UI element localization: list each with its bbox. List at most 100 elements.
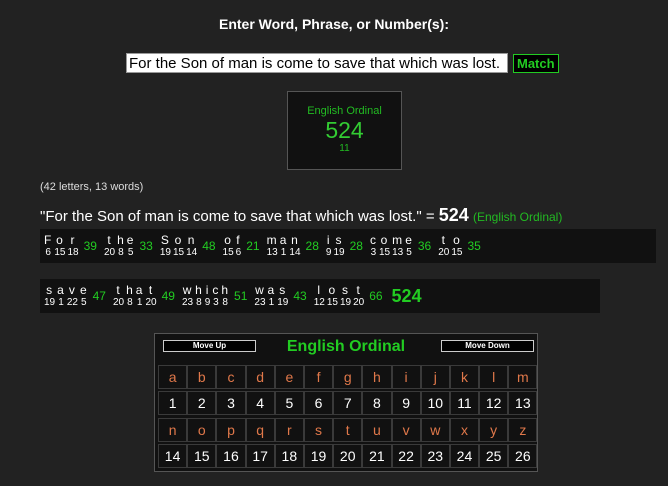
phrase-input[interactable] — [126, 53, 508, 73]
letter-char: v — [68, 282, 76, 297]
letter-cell: h8 — [117, 233, 125, 259]
letter-value: 23 — [181, 296, 194, 308]
table-letter-cell: o — [187, 418, 217, 442]
result-phrase: "For the Son of man is come to save that… — [40, 208, 435, 225]
letter-cell: F6 — [44, 232, 53, 259]
word-group: c 3 o 15 m 13 e 5 36 — [366, 229, 434, 263]
table-letter-cell: k — [449, 365, 480, 389]
table-letter-cell: c — [216, 365, 246, 389]
letter-value: 15 — [326, 296, 338, 308]
letter-char: e — [79, 282, 88, 297]
letter-char: s — [342, 282, 349, 297]
cipher-table: Move Up English Ordinal Move Down abcdef… — [154, 333, 538, 472]
letter-cell: w 23 — [181, 283, 194, 309]
table-number-cell: 26 — [508, 444, 538, 468]
letter-cell: t 20 — [145, 283, 156, 309]
letter-cell: s 19 — [333, 232, 345, 259]
word-group: t 20 o 15 35 — [434, 229, 484, 263]
table-letter-cell: u — [362, 418, 392, 442]
letter-cell: c3 — [370, 233, 377, 259]
letter-cell: o 15 — [326, 283, 338, 309]
prompt-label: Enter Word, Phrase, or Number(s): — [218, 16, 449, 32]
letter-value: 14 — [289, 246, 301, 258]
letter-value: 19 — [333, 246, 345, 258]
letter-char: o — [224, 232, 232, 247]
letter-value: 6 — [45, 246, 51, 258]
letter-cell: n 14 — [186, 233, 198, 259]
table-letter-cell: x — [449, 418, 480, 442]
table-number-cell: 19 — [303, 444, 334, 468]
table-letter-cell: i — [391, 365, 421, 389]
letter-char: a — [267, 282, 276, 297]
letter-char: t — [356, 282, 361, 297]
cipher-result-box: English Ordinal 524 11 — [287, 91, 402, 170]
word-group: S 19 o 15 n 14 48 — [156, 229, 219, 263]
table-number-cell: 3 — [216, 391, 246, 415]
letter-value: 19 — [277, 296, 289, 308]
letter-char: i — [205, 282, 210, 297]
letter-cell: e5 — [127, 233, 135, 259]
cipher-value: 524 — [325, 117, 364, 143]
letter-value: 5 — [127, 246, 134, 258]
letter-value: 1 — [280, 246, 287, 258]
letter-value: 15 — [172, 246, 185, 258]
letter-cell: o 15 — [223, 232, 234, 259]
letter-cell: s 19 — [277, 283, 289, 309]
letter-char: e — [405, 232, 413, 247]
table-letter-cell: p — [216, 418, 246, 442]
letter-cell: o 15 — [451, 233, 462, 259]
letter-cell: a1 — [280, 233, 288, 259]
table-number-cell: 8 — [362, 391, 392, 415]
letter-char: r — [70, 232, 76, 247]
letter-value: 23 — [254, 296, 266, 308]
letter-cell: c3 — [212, 283, 219, 309]
letter-value: 20 — [103, 246, 116, 258]
letter-char: F — [44, 232, 53, 247]
match-button[interactable]: Match — [513, 54, 559, 73]
word-group: s 19 a 1 v 22 e 5 47 — [40, 279, 109, 313]
letter-cell: o 15 — [54, 232, 65, 259]
letter-cell: t 20 — [113, 283, 124, 309]
letter-char: h — [195, 282, 203, 297]
letter-cell: t 20 — [353, 282, 365, 309]
table-number-cell: 22 — [391, 444, 421, 468]
letter-value: 1 — [136, 296, 143, 308]
letter-value: 14 — [186, 246, 198, 258]
table-number-cell: 11 — [449, 391, 480, 415]
letter-value: 19 — [159, 246, 171, 258]
letters-row-2: nopqrstuvwxyz — [158, 418, 538, 442]
table-number-cell: 9 — [391, 391, 421, 415]
move-down-button[interactable]: Move Down — [441, 340, 534, 352]
letter-char: m — [392, 232, 404, 247]
letter-cell: s 19 — [340, 282, 351, 309]
letter-char: s — [46, 282, 54, 297]
word-sum: 33 — [139, 239, 153, 253]
table-number-cell: 17 — [245, 444, 275, 468]
letter-char: l — [317, 282, 322, 297]
letter-char: w — [255, 282, 265, 297]
table-letter-cell: g — [333, 365, 363, 389]
table-number-cell: 21 — [362, 444, 392, 468]
letters-row-1: abcdefghijklm — [158, 365, 538, 389]
letter-value: 20 — [353, 296, 365, 308]
letter-cell: e5 — [405, 232, 413, 259]
letter-char: s — [335, 232, 343, 247]
letter-cell: h8 — [126, 283, 134, 309]
letter-char: o — [380, 232, 389, 247]
letter-char: t — [441, 232, 446, 247]
letter-value: 3 — [213, 296, 219, 308]
table-letter-cell: t — [333, 418, 363, 442]
result-value: 524 — [438, 205, 469, 225]
word-sum: 28 — [305, 239, 319, 253]
word-group: w 23 a 1 s 19 43 — [250, 279, 309, 313]
word-group: i 9 s 19 28 — [322, 229, 366, 263]
numbers-row-2: 14 15 16 17 18 19 20 21 22 23 24 25 26 — [158, 444, 538, 468]
letter-char: o — [56, 232, 64, 247]
letter-value: 18 — [67, 246, 79, 258]
table-number-cell: 20 — [333, 444, 363, 468]
letter-cell: S 19 — [159, 233, 171, 259]
word-group: w 23 h 8 i 9 c 3 h 8 51 — [178, 279, 250, 313]
letter-cell: a1 — [136, 283, 144, 309]
letter-cell: r 18 — [67, 232, 79, 259]
letter-cell: h8 — [221, 283, 229, 309]
